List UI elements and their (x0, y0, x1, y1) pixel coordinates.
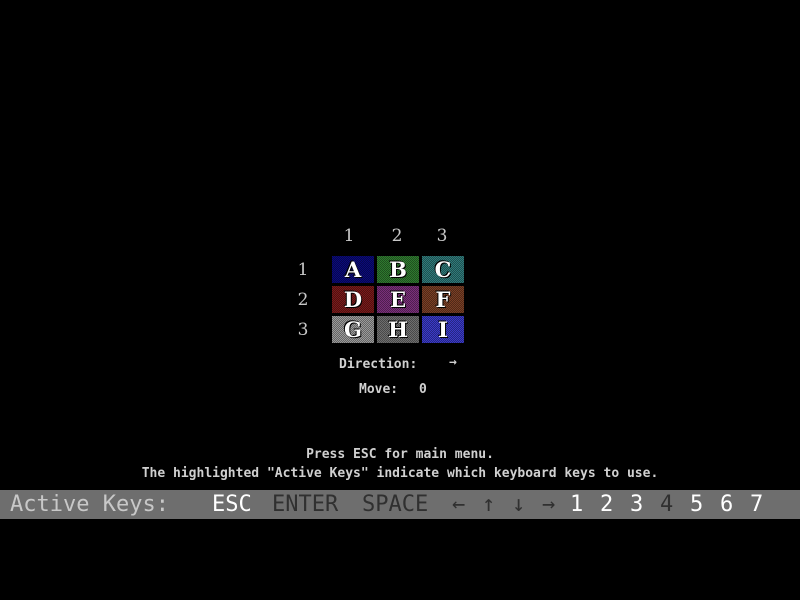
row-label-3: 3 (297, 320, 309, 340)
move-label: Move: (359, 382, 399, 397)
key-2[interactable]: 2 (600, 492, 613, 517)
key-esc[interactable]: ESC (212, 492, 252, 517)
tile-a[interactable]: A (332, 256, 374, 283)
key-5[interactable]: 5 (690, 492, 703, 517)
key-enter[interactable]: ENTER (272, 492, 338, 517)
key-down-arrow-icon[interactable]: ↓ (512, 492, 525, 517)
key-up-arrow-icon[interactable]: ↑ (482, 492, 495, 517)
row-label-2: 2 (297, 290, 309, 310)
instruction-active-keys: The highlighted "Active Keys" indicate w… (141, 466, 659, 481)
tile-g[interactable]: G (332, 316, 374, 343)
tile-i[interactable]: I (422, 316, 464, 343)
column-label-2: 2 (391, 226, 403, 246)
tile-e[interactable]: E (377, 286, 419, 313)
key-1[interactable]: 1 (570, 492, 583, 517)
key-right-arrow-icon[interactable]: → (542, 492, 555, 517)
row-label-1: 1 (297, 260, 309, 280)
right-arrow-icon: → (449, 355, 457, 370)
active-keys-label: Active Keys: (10, 492, 169, 517)
tile-h[interactable]: H (377, 316, 419, 343)
column-label-3: 3 (436, 226, 448, 246)
key-left-arrow-icon[interactable]: ← (452, 492, 465, 517)
tile-b[interactable]: B (377, 256, 419, 283)
column-label-1: 1 (343, 226, 355, 246)
tile-d[interactable]: D (332, 286, 374, 313)
key-4[interactable]: 4 (660, 492, 673, 517)
key-6[interactable]: 6 (720, 492, 733, 517)
tile-c[interactable]: C (422, 256, 464, 283)
key-space[interactable]: SPACE (362, 492, 428, 517)
key-3[interactable]: 3 (630, 492, 643, 517)
direction-label: Direction: (339, 357, 418, 372)
instruction-main-menu: Press ESC for main menu. (306, 447, 494, 462)
active-keys-bar: Active Keys: ESC ENTER SPACE ← ↑ ↓ → 1 2… (0, 490, 800, 519)
move-value: 0 (419, 382, 427, 397)
tile-f[interactable]: F (422, 286, 464, 313)
key-7[interactable]: 7 (750, 492, 763, 517)
